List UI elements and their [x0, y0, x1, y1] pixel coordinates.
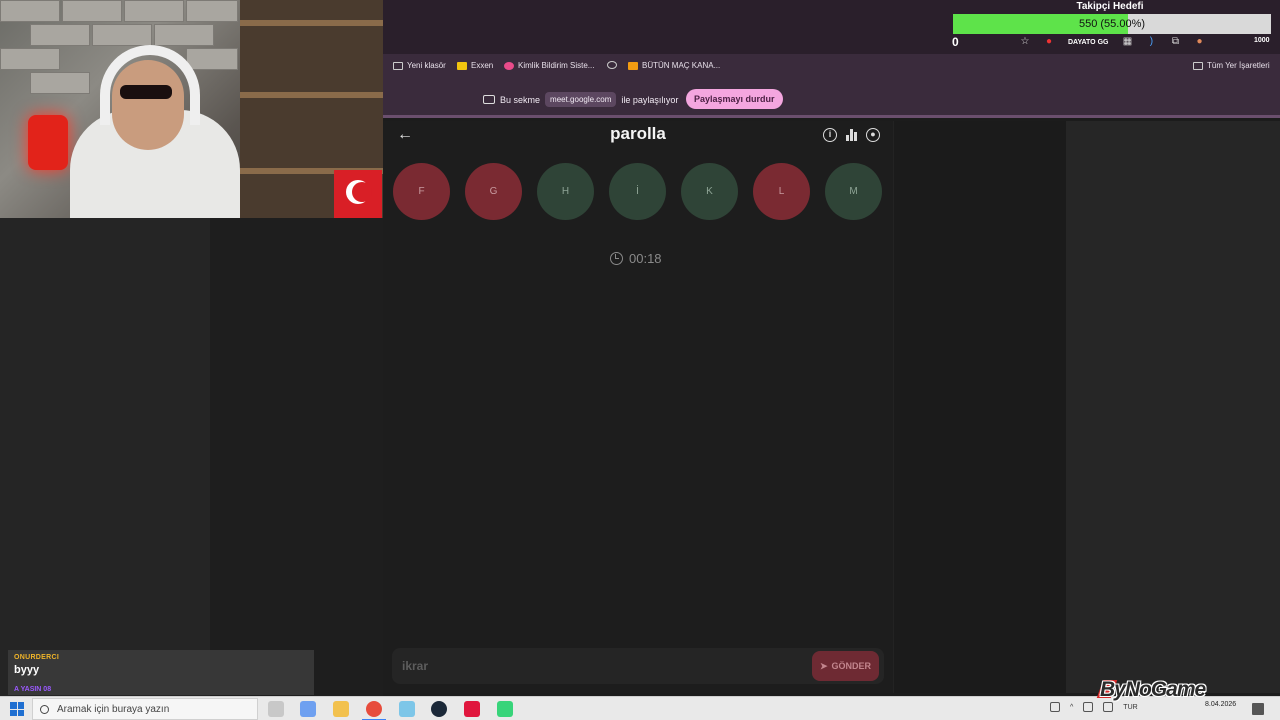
letter-circle: İ — [609, 163, 666, 220]
send-icon: ➤ — [819, 660, 828, 671]
app-icon[interactable] — [399, 701, 415, 717]
browser-toolbar-icons: ☆ ● DAYATO GG ▦ ) ⧉ ● — [1020, 34, 1204, 50]
divider — [893, 121, 894, 693]
bookmark-label: Exxen — [471, 61, 494, 70]
screen-share-icon — [483, 95, 495, 104]
windows-taskbar: Aramak için buraya yazın ^ TUR 8.04.2026 — [0, 696, 1280, 720]
timer: 00:18 — [610, 251, 662, 266]
task-view-icon[interactable] — [268, 701, 284, 717]
profile-icon[interactable]: ● — [866, 128, 880, 142]
search-placeholder: Aramak için buraya yazın — [57, 704, 170, 715]
follower-goal-counter: 0 — [952, 35, 959, 49]
webcam-feed — [0, 0, 383, 218]
star-icon[interactable]: ☆ — [1020, 37, 1030, 47]
viewer-count: 1000 — [1254, 37, 1270, 44]
bookmark-globe[interactable] — [607, 61, 617, 69]
answer-form: ➤ GÖNDER — [392, 648, 884, 684]
jp-icon — [628, 61, 638, 70]
left-panel-secondary — [210, 218, 383, 698]
chat-overlay: ONURDERCI byyy A YASIN 08 — [8, 650, 314, 695]
send-label: GÖNDER — [831, 661, 872, 671]
send-button[interactable]: ➤ GÖNDER — [812, 651, 879, 681]
cast-icon[interactable]: ) — [1146, 37, 1156, 47]
extension-red-icon[interactable]: ● — [1044, 37, 1054, 47]
chat-username: ONURDERCI — [14, 654, 60, 661]
sharing-prefix: Bu sekme — [500, 94, 541, 105]
bookmark-butun-mac[interactable]: BÜTÜN MAÇ KANA... — [628, 61, 720, 70]
file-explorer-icon[interactable] — [333, 701, 349, 717]
app-green-icon[interactable] — [497, 701, 513, 717]
steam-icon[interactable] — [431, 701, 447, 717]
folder-icon — [1193, 61, 1203, 70]
app-red-icon[interactable] — [464, 701, 480, 717]
sharing-host: meet.google.com — [545, 92, 617, 107]
folder-icon — [393, 61, 403, 70]
network-icon[interactable] — [1083, 702, 1094, 712]
clock-icon — [610, 252, 623, 265]
system-tray: ^ TUR — [1050, 702, 1138, 712]
profile-avatar-icon[interactable]: ● — [1194, 37, 1204, 47]
game-title: parolla — [610, 124, 666, 143]
search-icon — [40, 705, 49, 714]
side-panel — [1066, 121, 1280, 693]
tray-icon[interactable] — [1050, 702, 1060, 712]
sharing-suffix: ile paylaşılıyor — [621, 94, 679, 105]
turkish-flag — [334, 170, 382, 218]
notification-icon[interactable] — [1252, 703, 1264, 715]
timer-value: 00:18 — [629, 251, 662, 266]
bookmark-label: Kimlik Bildirim Siste... — [518, 61, 595, 70]
letter-circle: G — [465, 163, 522, 220]
follower-goal-bar: 550 (55.00%) — [953, 14, 1271, 34]
letter-circle: L — [753, 163, 810, 220]
all-bookmarks-label: Tüm Yer İşaretleri — [1207, 61, 1270, 70]
info-icon[interactable]: i — [823, 128, 837, 142]
widgets-icon[interactable] — [300, 701, 316, 717]
extension-badge[interactable]: DAYATO GG — [1068, 39, 1108, 46]
sharing-message: Bu sekme meet.google.com ile paylaşılıyo… — [483, 92, 678, 107]
language-indicator[interactable]: TUR — [1123, 704, 1137, 711]
clock[interactable]: 8.04.2026 — [1205, 700, 1236, 709]
tab-sharing-bar: Bu sekme meet.google.com ile paylaşılıyo… — [383, 80, 1280, 118]
globe-icon — [607, 61, 617, 69]
all-bookmarks[interactable]: Tüm Yer İşaretleri — [1193, 61, 1270, 70]
answer-input[interactable] — [402, 657, 782, 675]
bookmark-kimlik[interactable]: Kimlik Bildirim Siste... — [504, 61, 594, 70]
letter-circle: F — [393, 163, 450, 220]
chrome-icon[interactable] — [362, 701, 386, 720]
extension-icon[interactable]: ▦ — [1122, 37, 1132, 47]
letter-circle: M — [825, 163, 882, 220]
bookmark-label: BÜTÜN MAÇ KANA... — [642, 61, 721, 70]
left-panel — [0, 218, 210, 698]
follower-goal-label: 550 (55.00%) — [1078, 18, 1146, 30]
bookmark-yeni-klasor[interactable]: Yeni klasör — [393, 61, 446, 70]
letter-circle: K — [681, 163, 738, 220]
windows-start-icon[interactable] — [10, 702, 24, 716]
puzzle-icon[interactable]: ⧉ — [1170, 37, 1180, 47]
bookmark-exxen[interactable]: Exxen — [457, 61, 493, 70]
letter-circle: H — [537, 163, 594, 220]
chevron-up-icon[interactable]: ^ — [1070, 704, 1073, 711]
volume-icon[interactable] — [1103, 702, 1114, 712]
bookmark-label: Yeni klasör — [407, 61, 446, 70]
back-arrow-icon[interactable]: ← — [397, 126, 413, 144]
bynogame-watermark: ByNoGame — [1100, 678, 1206, 701]
bookmarks-bar: Yeni klasör Exxen Kimlik Bildirim Siste.… — [383, 54, 1280, 80]
follower-goal-title: Takipçi Hedefi — [1076, 1, 1144, 12]
kimlik-icon — [504, 61, 514, 70]
exxen-icon — [457, 61, 467, 70]
chat-message: byyy — [14, 664, 40, 676]
stats-icon[interactable] — [845, 128, 859, 142]
taskbar-search[interactable]: Aramak için buraya yazın — [32, 698, 258, 720]
stop-sharing-button[interactable]: Paylaşmayı durdur — [686, 89, 783, 109]
chat-username: A YASIN 08 — [14, 686, 52, 693]
